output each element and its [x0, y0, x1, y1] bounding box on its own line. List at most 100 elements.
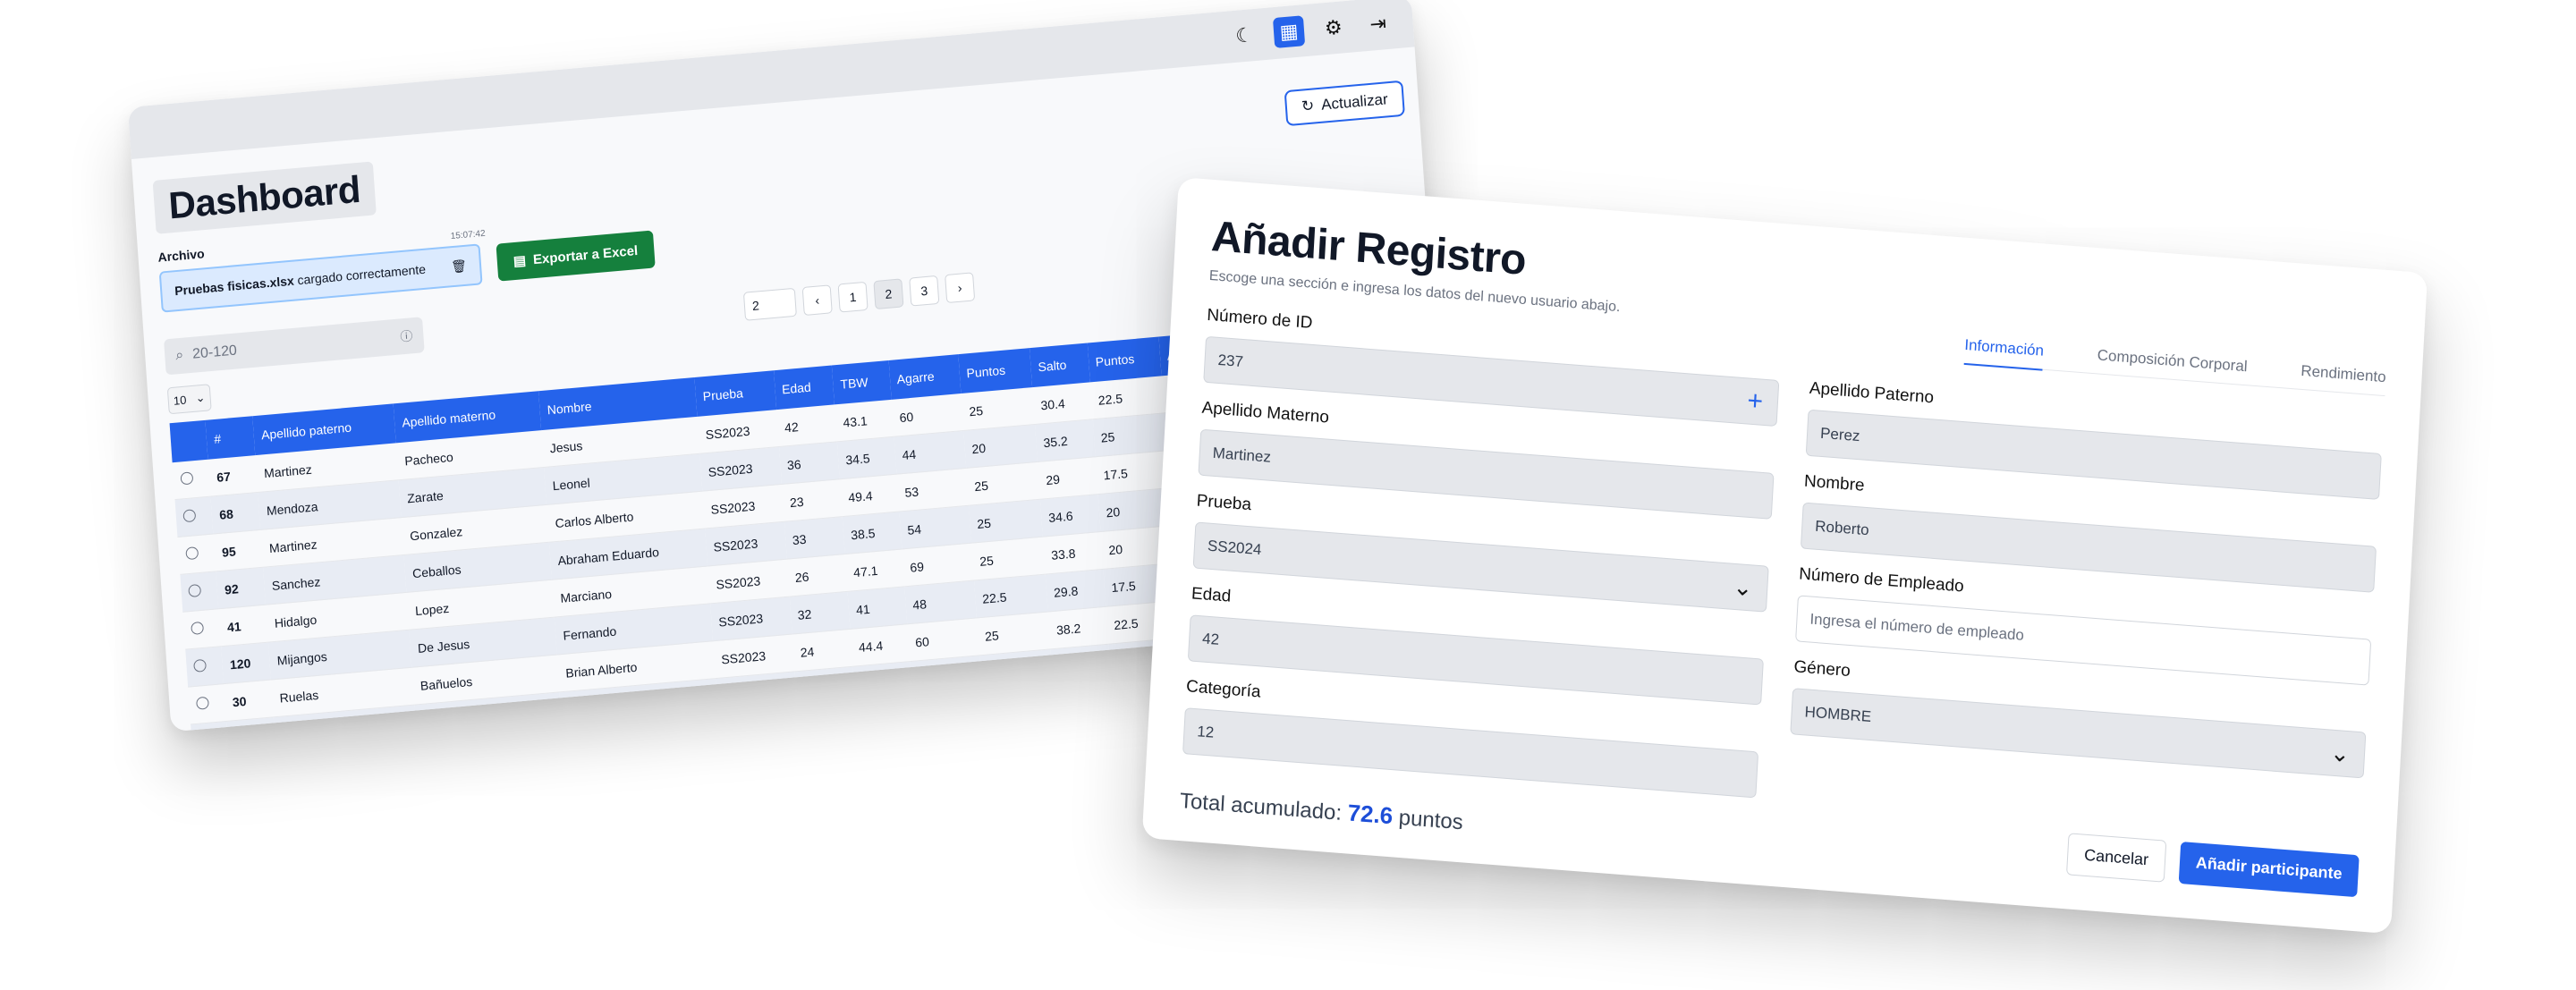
- edad-value: 42: [1201, 630, 1220, 648]
- table-cell: 30.2: [1050, 644, 1111, 687]
- moon-icon[interactable]: ☾: [1228, 20, 1260, 53]
- row-select-radio[interactable]: [185, 546, 199, 561]
- row-select-radio[interactable]: [193, 658, 208, 673]
- select-column-header: [169, 419, 208, 463]
- table-cell: 29.8: [1045, 569, 1106, 612]
- prev-page-button[interactable]: ‹: [801, 284, 833, 317]
- page-number-input[interactable]: 2: [742, 287, 797, 321]
- row-select-cell: [185, 646, 225, 688]
- table-cell: 33: [784, 516, 845, 560]
- table-cell: 92: [216, 567, 267, 609]
- id-value: 237: [1217, 351, 1244, 371]
- table-cell: 53: [896, 468, 969, 512]
- table-cell: 33.8: [1042, 531, 1104, 575]
- logout-icon[interactable]: ⇥: [1362, 7, 1394, 40]
- row-select-cell: [174, 496, 214, 537]
- table-cell: 54: [899, 505, 971, 549]
- column-header[interactable]: Agarre: [888, 354, 962, 400]
- column-header[interactable]: Puntos: [958, 348, 1033, 394]
- search-placeholder: 20-120: [191, 343, 238, 362]
- column-header[interactable]: #: [205, 416, 256, 460]
- row-select-cell: [177, 533, 216, 575]
- table-cell: 30: [224, 679, 275, 722]
- plus-icon[interactable]: +: [1747, 385, 1764, 417]
- column-header[interactable]: Prueba: [694, 370, 776, 417]
- chevron-down-icon: ⌄: [2329, 739, 2351, 767]
- row-select-cell: [180, 571, 219, 613]
- row-select-radio[interactable]: [191, 621, 205, 636]
- refresh-icon: ↻: [1301, 97, 1315, 115]
- row-select-radio[interactable]: [188, 583, 202, 598]
- table-cell: 17.5: [1095, 450, 1170, 495]
- table-cell: 25: [970, 537, 1046, 581]
- table-cell: 69: [901, 543, 974, 587]
- cancel-button[interactable]: Cancelar: [2065, 833, 2167, 883]
- table-cell: 44: [894, 430, 966, 475]
- chevron-down-icon: ⌄: [195, 390, 206, 405]
- numero-empleado-placeholder: Ingresa el número de empleado: [1809, 610, 2025, 644]
- row-select-cell: [188, 683, 227, 724]
- table-cell: 41: [847, 586, 907, 630]
- table-cell: 25: [1092, 412, 1167, 457]
- table-cell: 35.2: [1035, 419, 1096, 462]
- table-cell: 26: [786, 554, 848, 597]
- nombre-value: Roberto: [1814, 517, 1870, 539]
- table-cell: 32: [789, 591, 851, 635]
- tab-informacion[interactable]: Información: [1963, 335, 2045, 371]
- table-icon[interactable]: ▦: [1272, 15, 1306, 49]
- next-page-button[interactable]: ›: [945, 272, 976, 304]
- add-record-modal: Añadir Registro Escoge una sección e ing…: [1141, 177, 2428, 935]
- refresh-button[interactable]: ↻ Actualizar: [1284, 80, 1405, 127]
- table-cell: Arcos: [417, 729, 565, 732]
- table-cell: 35: [797, 704, 859, 732]
- table-cell: 20: [979, 648, 1054, 693]
- rows-per-page-select[interactable]: 10 ⌄: [166, 384, 212, 415]
- table-cell: 48: [903, 580, 977, 624]
- search-icon: ⌕: [174, 347, 184, 364]
- column-header[interactable]: Edad: [773, 365, 835, 410]
- table-cell: 44.4: [850, 623, 910, 667]
- gear-icon[interactable]: ⚙: [1318, 12, 1350, 45]
- column-header[interactable]: TBW: [831, 360, 892, 405]
- table-cell: 60: [906, 617, 979, 662]
- search-input[interactable]: ⌕ 20-120 ⓘ: [164, 317, 425, 376]
- table-cell: 44.4: [855, 698, 915, 732]
- column-header[interactable]: Salto: [1030, 343, 1090, 388]
- total-label: Total acumulado:: [1179, 789, 1343, 825]
- table-cell: 22.5: [973, 574, 1048, 618]
- prueba-value: SS2024: [1207, 537, 1262, 559]
- table-cell: 24: [792, 629, 853, 672]
- page-button[interactable]: 1: [837, 281, 869, 313]
- total-accumulated: Total acumulado: 72.6 puntos: [1179, 786, 1754, 858]
- file-name: Pruebas fisicas.xlsx: [174, 273, 295, 299]
- apellido-paterno-value: Perez: [1819, 424, 1860, 445]
- trash-icon[interactable]: 🗑: [451, 258, 468, 275]
- modal-wrap: Añadir Registro Escoge una sección e ing…: [1139, 177, 2463, 990]
- table-cell: 60: [891, 393, 964, 437]
- info-icon[interactable]: ⓘ: [400, 326, 413, 345]
- table-cell: 43.1: [835, 399, 894, 442]
- file-status: cargado correctamente: [296, 261, 427, 288]
- table-cell: 42: [909, 655, 982, 699]
- table-cell: 50: [911, 692, 985, 732]
- table-cell: 25: [968, 499, 1043, 544]
- table-cell: 22.5: [984, 723, 1059, 732]
- table-cell: 42: [775, 404, 837, 447]
- column-header[interactable]: Puntos: [1087, 336, 1162, 383]
- table-cell: 34.5: [836, 436, 897, 479]
- page-button[interactable]: 2: [873, 278, 904, 310]
- record-form: Número de ID 237 + Apellido Materno Mart…: [1179, 306, 2385, 904]
- table-cell: 41: [218, 605, 269, 647]
- table-cell: 36: [778, 441, 840, 485]
- page-button[interactable]: 3: [909, 275, 940, 307]
- pagination: 2 ‹ 1 2 3 ›: [742, 272, 976, 321]
- row-select-radio[interactable]: [180, 471, 194, 486]
- row-select-radio[interactable]: [196, 696, 209, 710]
- table-cell: 67: [208, 455, 258, 497]
- table-cell: 34.6: [1039, 494, 1101, 537]
- rows-per-page-value: 10: [173, 393, 187, 408]
- table-cell: 30.4: [1032, 382, 1093, 425]
- total-value: 72.6: [1346, 799, 1394, 830]
- row-select-radio[interactable]: [182, 509, 197, 523]
- table-cell: 68: [210, 492, 261, 534]
